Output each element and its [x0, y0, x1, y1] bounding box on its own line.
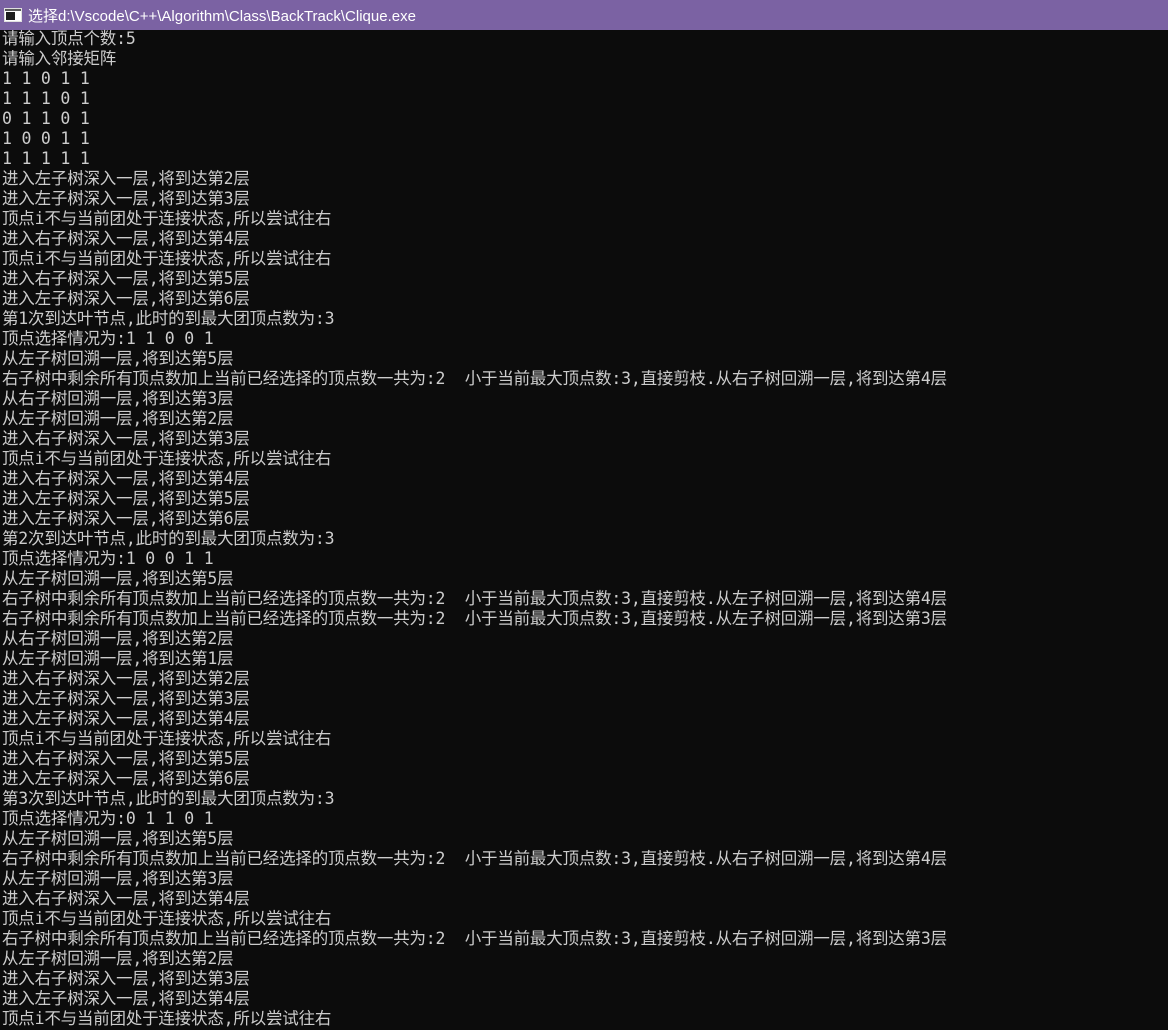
console-line: 1 1 0 1 1	[2, 69, 90, 88]
console-line: 1 1 1 0 1	[2, 89, 90, 108]
console-line: 从右子树回溯一层,将到达第2层	[2, 629, 234, 648]
console-line: 进入左子树深入一层,将到达第2层	[2, 169, 250, 188]
console-line: 进入左子树深入一层,将到达第4层	[2, 989, 250, 1008]
console-line: 从左子树回溯一层,将到达第1层	[2, 649, 234, 668]
console-line: 进入左子树深入一层,将到达第6层	[2, 769, 250, 788]
console-line: 进入右子树深入一层,将到达第4层	[2, 229, 250, 248]
console-line: 进入左子树深入一层,将到达第4层	[2, 709, 250, 728]
console-output[interactable]: 请输入顶点个数:5 请输入邻接矩阵 1 1 0 1 1 1 1 1 0 1 0 …	[0, 29, 1168, 1030]
console-line: 右子树中剩余所有顶点数加上当前已经选择的顶点数一共为:2 小于当前最大顶点数:3…	[2, 369, 947, 388]
console-line: 进入左子树深入一层,将到达第6层	[2, 509, 250, 528]
console-line: 第3次到达叶节点,此时的到最大团顶点数为:3	[2, 789, 335, 808]
console-line: 1 1 1 1 1	[2, 149, 90, 168]
window-title: 选择d:\Vscode\C++\Algorithm\Class\BackTrac…	[28, 7, 416, 25]
console-line: 右子树中剩余所有顶点数加上当前已经选择的顶点数一共为:2 小于当前最大顶点数:3…	[2, 929, 947, 948]
console-line: 从左子树回溯一层,将到达第5层	[2, 349, 234, 368]
console-line: 从左子树回溯一层,将到达第2层	[2, 409, 234, 428]
console-line: 进入左子树深入一层,将到达第6层	[2, 289, 250, 308]
console-line: 1 0 0 1 1	[2, 129, 90, 148]
console-line: 顶点i不与当前团处于连接状态,所以尝试往右	[2, 729, 332, 748]
console-line: 进入右子树深入一层,将到达第3层	[2, 429, 250, 448]
console-line: 进入右子树深入一层,将到达第5层	[2, 269, 250, 288]
console-line: 右子树中剩余所有顶点数加上当前已经选择的顶点数一共为:2 小于当前最大顶点数:3…	[2, 589, 947, 608]
console-line: 0 1 1 0 1	[2, 109, 90, 128]
console-line: 顶点选择情况为:0 1 1 0 1	[2, 809, 214, 828]
console-line: 从右子树回溯一层,将到达第3层	[2, 389, 234, 408]
console-line: 第1次到达叶节点,此时的到最大团顶点数为:3	[2, 309, 335, 328]
console-line: 请输入邻接矩阵	[2, 49, 117, 68]
console-line: 顶点i不与当前团处于连接状态,所以尝试往右	[2, 209, 332, 228]
console-line: 进入右子树深入一层,将到达第3层	[2, 969, 250, 988]
console-line: 顶点i不与当前团处于连接状态,所以尝试往右	[2, 909, 332, 928]
console-line: 右子树中剩余所有顶点数加上当前已经选择的顶点数一共为:2 小于当前最大顶点数:3…	[2, 609, 947, 628]
console-line: 进入右子树深入一层,将到达第5层	[2, 749, 250, 768]
console-line: 进入右子树深入一层,将到达第2层	[2, 669, 250, 688]
console-line: 进入左子树深入一层,将到达第5层	[2, 489, 250, 508]
console-line: 请输入顶点个数:5	[2, 29, 136, 48]
console-line: 第2次到达叶节点,此时的到最大团顶点数为:3	[2, 529, 335, 548]
console-app-icon	[4, 8, 22, 22]
console-line: 从左子树回溯一层,将到达第2层	[2, 949, 234, 968]
console-line: 进入左子树深入一层,将到达第3层	[2, 689, 250, 708]
title-bar[interactable]: 选择d:\Vscode\C++\Algorithm\Class\BackTrac…	[0, 0, 1168, 30]
console-line: 从左子树回溯一层,将到达第3层	[2, 869, 234, 888]
console-line: 顶点选择情况为:1 0 0 1 1	[2, 549, 214, 568]
console-line: 顶点i不与当前团处于连接状态,所以尝试往右	[2, 249, 332, 268]
console-line: 进入左子树深入一层,将到达第3层	[2, 189, 250, 208]
console-line: 进入右子树深入一层,将到达第4层	[2, 469, 250, 488]
console-line: 右子树中剩余所有顶点数加上当前已经选择的顶点数一共为:2 小于当前最大顶点数:3…	[2, 849, 947, 868]
console-line: 顶点选择情况为:1 1 0 0 1	[2, 329, 214, 348]
console-line: 顶点i不与当前团处于连接状态,所以尝试往右	[2, 449, 332, 468]
console-line: 进入右子树深入一层,将到达第4层	[2, 889, 250, 908]
console-line: 从左子树回溯一层,将到达第5层	[2, 829, 234, 848]
console-line: 从左子树回溯一层,将到达第5层	[2, 569, 234, 588]
console-line: 顶点i不与当前团处于连接状态,所以尝试往右	[2, 1009, 332, 1028]
